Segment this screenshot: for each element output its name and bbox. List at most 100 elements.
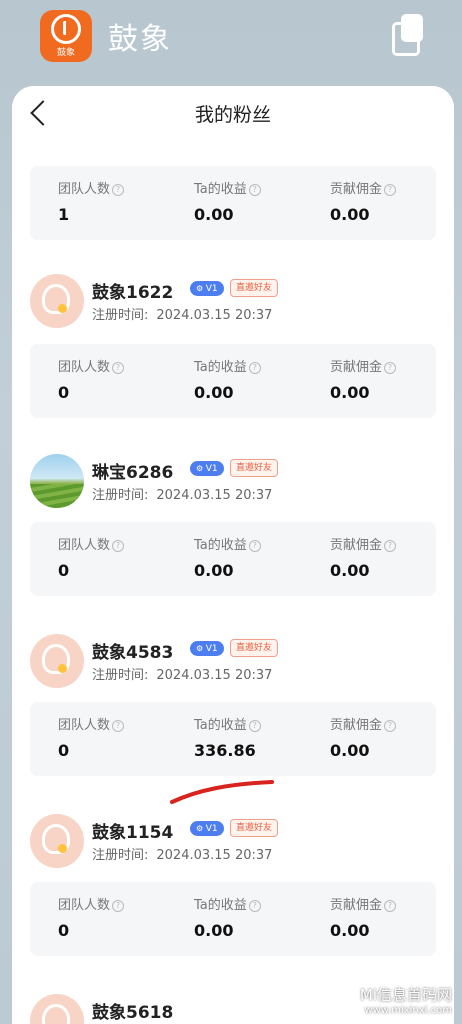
fan-name: 鼓象1622 — [92, 283, 174, 303]
friend-badge: 直邀好友 — [230, 819, 279, 837]
register-label: 注册时间: — [92, 488, 149, 503]
fan-name: 琳宝6286 — [92, 463, 174, 483]
fan-item[interactable]: 鼓象1154 V1 直邀好友 注册时间: 2024.03.15 20:37 — [30, 814, 440, 870]
red-annotation-stroke — [170, 780, 274, 804]
stat-commission: 贡献佣金? 0.00 — [330, 714, 454, 760]
fan-name: 鼓象1154 — [92, 823, 174, 843]
stat-label: 贡献佣金 — [330, 538, 383, 553]
help-icon[interactable]: ? — [112, 540, 125, 552]
register-value: 2024.03.15 20:37 — [156, 848, 273, 863]
stat-value: 0.00 — [194, 383, 234, 402]
avatar — [30, 814, 84, 868]
help-icon[interactable]: ? — [384, 184, 397, 196]
help-icon[interactable]: ? — [248, 540, 261, 552]
stat-ta-income: Ta的收益? 0.00 — [194, 356, 324, 402]
stat-value: 0.00 — [194, 205, 234, 224]
stat-label: 团队人数 — [58, 538, 111, 553]
avatar — [30, 634, 84, 688]
help-icon[interactable]: ? — [248, 900, 261, 912]
nav-bar: 我的粉丝 — [12, 86, 454, 140]
app-logo-text: 鼓象 — [56, 48, 75, 58]
stats-card: 团队人数? 0 Ta的收益? 0.00 贡献佣金? 0.00 — [30, 522, 436, 596]
elephant-logo-icon — [51, 14, 81, 44]
help-icon[interactable]: ? — [112, 184, 125, 196]
watermark-line1: Mi信息首码网 — [359, 986, 452, 1004]
watermark-line2: www.mixinxi.com — [364, 1005, 452, 1016]
stat-value: 0.00 — [330, 205, 370, 224]
stats-card: 团队人数? 0 Ta的收益? 336.86 贡献佣金? 0.00 — [30, 702, 436, 776]
stat-label: Ta的收益 — [194, 898, 247, 913]
register-time: 注册时间: 2024.03.15 20:37 — [92, 304, 272, 323]
register-time: 注册时间: 2024.03.15 20:37 — [92, 844, 272, 863]
stats-card: 团队人数? 0 Ta的收益? 0.00 贡献佣金? 0.00 — [30, 882, 436, 956]
stat-label: 贡献佣金 — [330, 898, 383, 913]
stat-commission: 贡献佣金? 0.00 — [330, 178, 454, 224]
stat-value: 0 — [58, 383, 70, 402]
stat-value: 0.00 — [330, 741, 370, 760]
level-badge: V1 — [190, 641, 224, 656]
stat-team-count: 团队人数? 0 — [58, 894, 188, 940]
stats-card: 团队人数? 0 Ta的收益? 0.00 贡献佣金? 0.00 — [30, 344, 436, 418]
stat-label: 团队人数 — [58, 718, 111, 733]
stat-value: 0.00 — [330, 561, 370, 580]
help-icon[interactable]: ? — [112, 900, 125, 912]
level-badge: V1 — [190, 821, 224, 836]
help-icon[interactable]: ? — [112, 362, 125, 374]
stat-label: Ta的收益 — [194, 360, 247, 375]
help-icon[interactable]: ? — [384, 900, 397, 912]
copy-icon[interactable] — [392, 14, 424, 56]
stat-ta-income: Ta的收益? 0.00 — [194, 534, 324, 580]
stat-label: 团队人数 — [58, 182, 111, 197]
stat-team-count: 团队人数? 0 — [58, 714, 188, 760]
avatar — [30, 274, 84, 328]
stat-label: 团队人数 — [58, 360, 111, 375]
fan-item[interactable]: 鼓象4583 V1 直邀好友 注册时间: 2024.03.15 20:37 — [30, 634, 440, 690]
stat-value: 0.00 — [330, 383, 370, 402]
help-icon[interactable]: ? — [248, 362, 261, 374]
friend-badge: 直邀好友 — [230, 459, 279, 477]
stat-value: 336.86 — [194, 741, 256, 760]
stat-label: 贡献佣金 — [330, 718, 383, 733]
elephant-icon — [42, 1004, 70, 1024]
stat-commission: 贡献佣金? 0.00 — [330, 894, 454, 940]
help-icon[interactable]: ? — [384, 720, 397, 732]
fan-name: 鼓象5618 — [92, 1003, 174, 1023]
stat-value: 0 — [58, 741, 70, 760]
stat-label: 贡献佣金 — [330, 182, 383, 197]
register-label: 注册时间: — [92, 308, 149, 323]
stat-label: Ta的收益 — [194, 538, 247, 553]
help-icon[interactable]: ? — [112, 720, 125, 732]
help-icon[interactable]: ? — [248, 720, 261, 732]
stat-value: 0.00 — [330, 921, 370, 940]
register-value: 2024.03.15 20:37 — [156, 488, 273, 503]
help-icon[interactable]: ? — [384, 540, 397, 552]
level-badge: V1 — [190, 281, 224, 296]
register-time: 注册时间: 2024.03.15 20:37 — [92, 664, 272, 683]
stat-commission: 贡献佣金? 0.00 — [330, 534, 454, 580]
page-title: 我的粉丝 — [194, 104, 271, 126]
fan-item[interactable]: 鼓象1622 V1 直邀好友 注册时间: 2024.03.15 20:37 — [30, 274, 440, 330]
register-value: 2024.03.15 20:37 — [156, 308, 273, 323]
fan-name: 鼓象4583 — [92, 643, 174, 663]
stats-card: 团队人数? 1 Ta的收益? 0.00 贡献佣金? 0.00 — [30, 166, 436, 240]
level-badge: V1 — [190, 461, 224, 476]
stat-label: 团队人数 — [58, 898, 111, 913]
stat-ta-income: Ta的收益? 336.86 — [194, 714, 324, 760]
watermark: Mi信息首码网 www.mixinxi.com — [360, 984, 452, 1016]
stat-label: Ta的收益 — [194, 718, 247, 733]
stat-team-count: 团队人数? 0 — [58, 534, 188, 580]
stat-value: 0.00 — [194, 921, 234, 940]
stat-commission: 贡献佣金? 0.00 — [330, 356, 454, 402]
register-label: 注册时间: — [92, 848, 149, 863]
fans-sheet: 我的粉丝 团队人数? 1 Ta的收益? 0.00 贡献佣金? 0.00 鼓象16… — [12, 86, 454, 1024]
stat-value: 0.00 — [194, 561, 234, 580]
stat-ta-income: Ta的收益? 0.00 — [194, 178, 324, 224]
fan-item[interactable]: 琳宝6286 V1 直邀好友 注册时间: 2024.03.15 20:37 — [30, 454, 440, 510]
avatar — [30, 994, 84, 1024]
app-logo[interactable]: 鼓象 — [40, 10, 92, 62]
help-icon[interactable]: ? — [384, 362, 397, 374]
help-icon[interactable]: ? — [248, 184, 261, 196]
stat-value: 1 — [58, 205, 70, 224]
register-time: 注册时间: 2024.03.15 20:37 — [92, 484, 272, 503]
register-label: 注册时间: — [92, 668, 149, 683]
